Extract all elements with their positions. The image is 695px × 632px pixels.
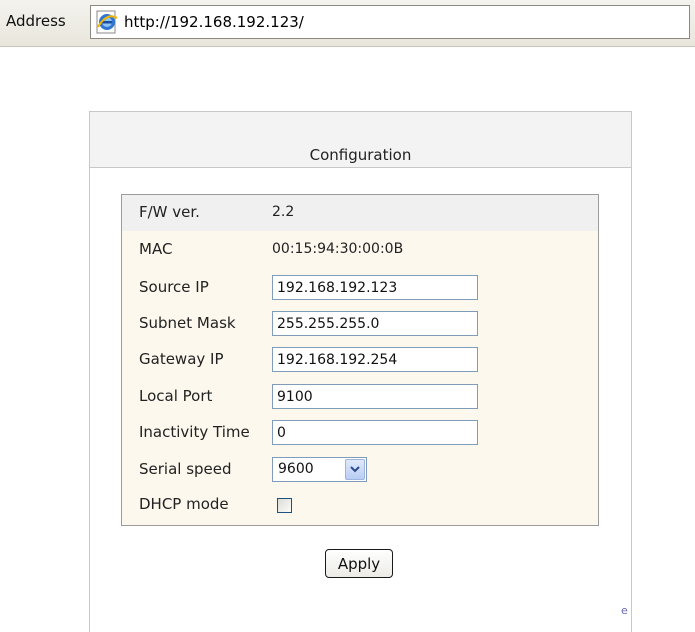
address-label: Address	[6, 12, 66, 30]
panel-header: Configuration	[90, 112, 631, 168]
gateway-ip-label: Gateway IP	[139, 350, 224, 368]
address-field[interactable]: http://192.168.192.123/	[90, 5, 690, 39]
serial-speed-select[interactable]: 9600	[272, 457, 367, 482]
configuration-panel: Configuration F/W ver. 2.2 MAC 00:15:94:…	[89, 111, 632, 632]
dhcp-mode-label: DHCP mode	[139, 495, 229, 513]
dhcp-mode-checkbox[interactable]	[277, 498, 292, 513]
stray-character: e	[621, 604, 628, 617]
subnet-mask-input[interactable]	[272, 311, 478, 336]
gateway-ip-input[interactable]	[272, 347, 478, 372]
local-port-input[interactable]	[272, 384, 478, 409]
source-ip-label: Source IP	[139, 278, 209, 296]
local-port-label: Local Port	[139, 387, 213, 405]
fw-version-value: 2.2	[272, 204, 295, 220]
serial-speed-label: Serial speed	[139, 460, 232, 478]
fw-version-label: F/W ver.	[139, 203, 200, 221]
mac-value: 00:15:94:30:00:0B	[272, 241, 404, 257]
inactivity-time-input[interactable]	[272, 420, 478, 445]
address-url[interactable]: http://192.168.192.123/	[124, 13, 304, 31]
source-ip-input[interactable]	[272, 275, 478, 300]
apply-button[interactable]: Apply	[325, 549, 393, 578]
mac-label: MAC	[139, 240, 173, 258]
panel-title: Configuration	[309, 146, 412, 164]
serial-speed-value: 9600	[278, 461, 314, 477]
address-bar: Address http://192.168.192.123/	[0, 0, 695, 47]
subnet-mask-label: Subnet Mask	[139, 314, 236, 332]
ie-page-icon	[95, 10, 119, 34]
configuration-form: F/W ver. 2.2 MAC 00:15:94:30:00:0B Sourc…	[121, 194, 599, 526]
inactivity-time-label: Inactivity Time	[139, 423, 250, 441]
chevron-down-icon[interactable]	[345, 459, 365, 480]
